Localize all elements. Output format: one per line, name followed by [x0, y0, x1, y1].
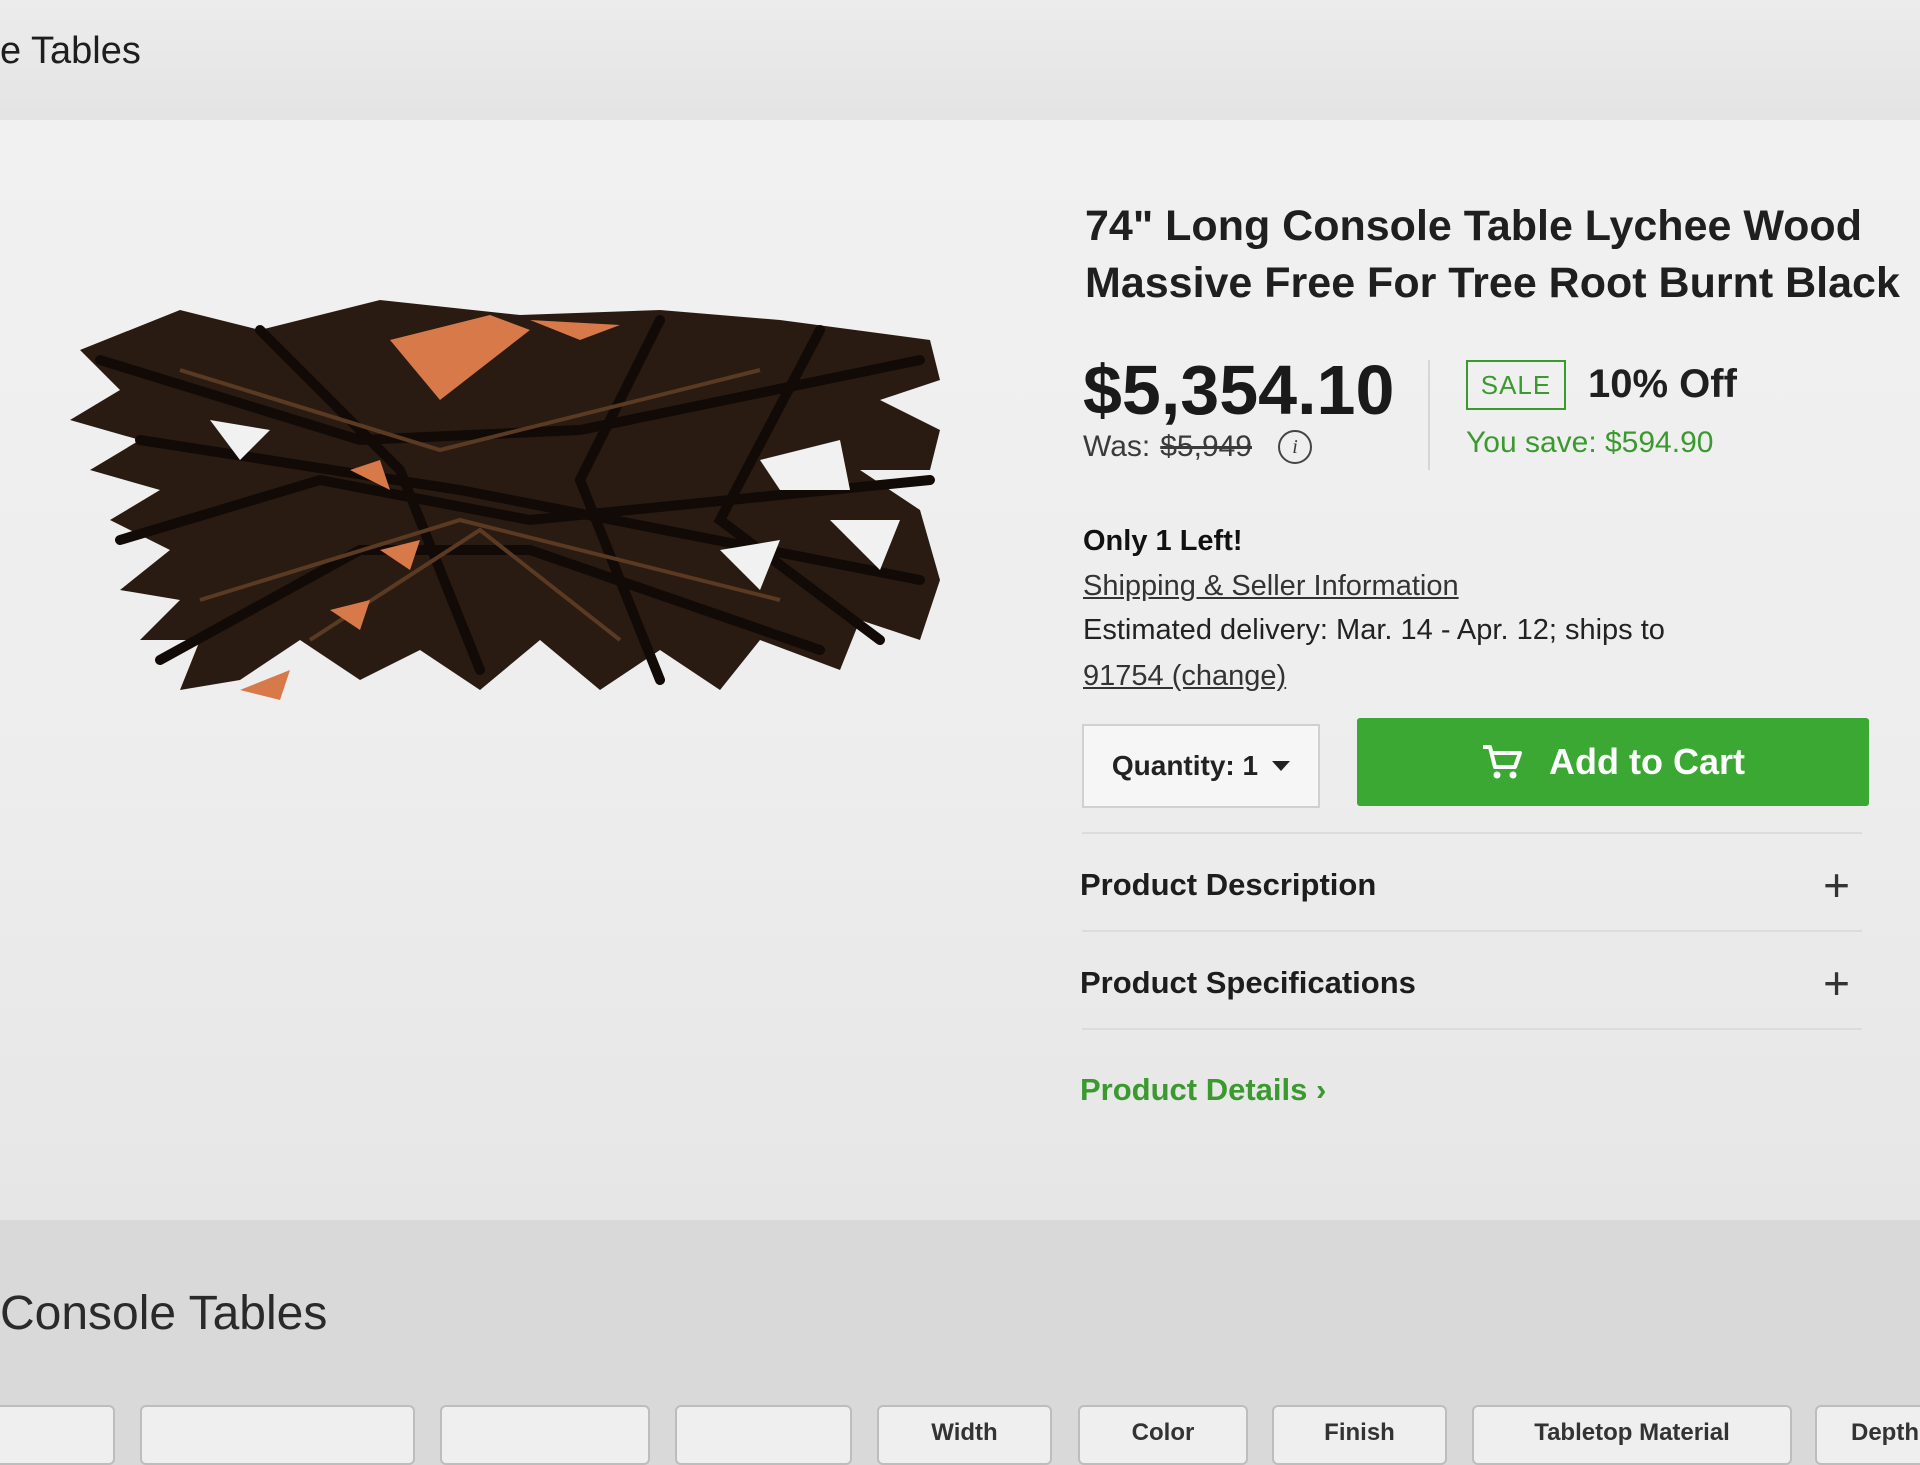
top-bar: e Tables — [0, 0, 1920, 120]
percent-off: 10% Off — [1588, 362, 1737, 406]
breadcrumb[interactable]: e Tables — [0, 30, 141, 73]
was-price-row: Was: $5,949 i — [1083, 430, 1312, 464]
info-icon[interactable]: i — [1278, 430, 1312, 464]
stock-status: Only 1 Left! — [1083, 525, 1243, 557]
add-to-cart-label: Add to Cart — [1549, 741, 1745, 782]
filter-button[interactable] — [0, 1405, 115, 1465]
accordion-product-specifications[interactable]: Product Specifications + — [1080, 953, 1850, 1013]
filter-tabletop-material[interactable]: Tabletop Material — [1472, 1405, 1792, 1465]
quantity-label: Quantity: 1 — [1111, 750, 1259, 781]
quantity-select[interactable]: Quantity: 1 — [1082, 724, 1320, 808]
add-to-cart-button[interactable]: Add to Cart — [1357, 718, 1869, 806]
plus-icon[interactable]: + — [1823, 956, 1850, 1010]
caret-down-icon — [1272, 761, 1291, 771]
section-title: Console Tables — [0, 1287, 328, 1340]
accordion-label: Product Description — [1080, 867, 1377, 902]
filter-depth[interactable]: Depth — [1815, 1405, 1920, 1465]
plus-icon[interactable]: + — [1823, 858, 1850, 912]
was-label: Was: — [1083, 430, 1151, 463]
you-save: You save: $594.90 — [1466, 426, 1714, 459]
product-image[interactable] — [60, 220, 950, 760]
filter-button[interactable] — [140, 1405, 415, 1465]
filter-button[interactable] — [675, 1405, 852, 1465]
filter-bar: Width Color Finish Tabletop Material Dep… — [0, 1395, 1920, 1465]
filter-width[interactable]: Width — [877, 1405, 1052, 1465]
cart-icon — [1483, 745, 1522, 779]
divider — [1082, 930, 1862, 932]
filter-button[interactable] — [440, 1405, 650, 1465]
accordion-label: Product Specifications — [1080, 965, 1416, 1000]
product-title: 74" Long Console Table Lychee Wood Massi… — [1085, 202, 1900, 307]
divider — [1082, 1028, 1862, 1030]
sale-badge: SALE — [1466, 360, 1566, 410]
price-divider — [1428, 360, 1430, 470]
divider — [1082, 832, 1862, 834]
sale-price: $5,354.10 — [1083, 351, 1395, 429]
filter-finish[interactable]: Finish — [1272, 1405, 1447, 1465]
original-price: $5,949 — [1160, 430, 1252, 463]
product-details-link[interactable]: Product Details › — [1080, 1072, 1326, 1108]
filter-color[interactable]: Color — [1078, 1405, 1248, 1465]
shipping-seller-link[interactable]: Shipping & Seller Information — [1083, 570, 1459, 603]
zip-change-link[interactable]: 91754 (change) — [1083, 660, 1286, 693]
estimated-delivery: Estimated delivery: Mar. 14 - Apr. 12; s… — [1083, 614, 1665, 646]
accordion-product-description[interactable]: Product Description + — [1080, 855, 1850, 915]
